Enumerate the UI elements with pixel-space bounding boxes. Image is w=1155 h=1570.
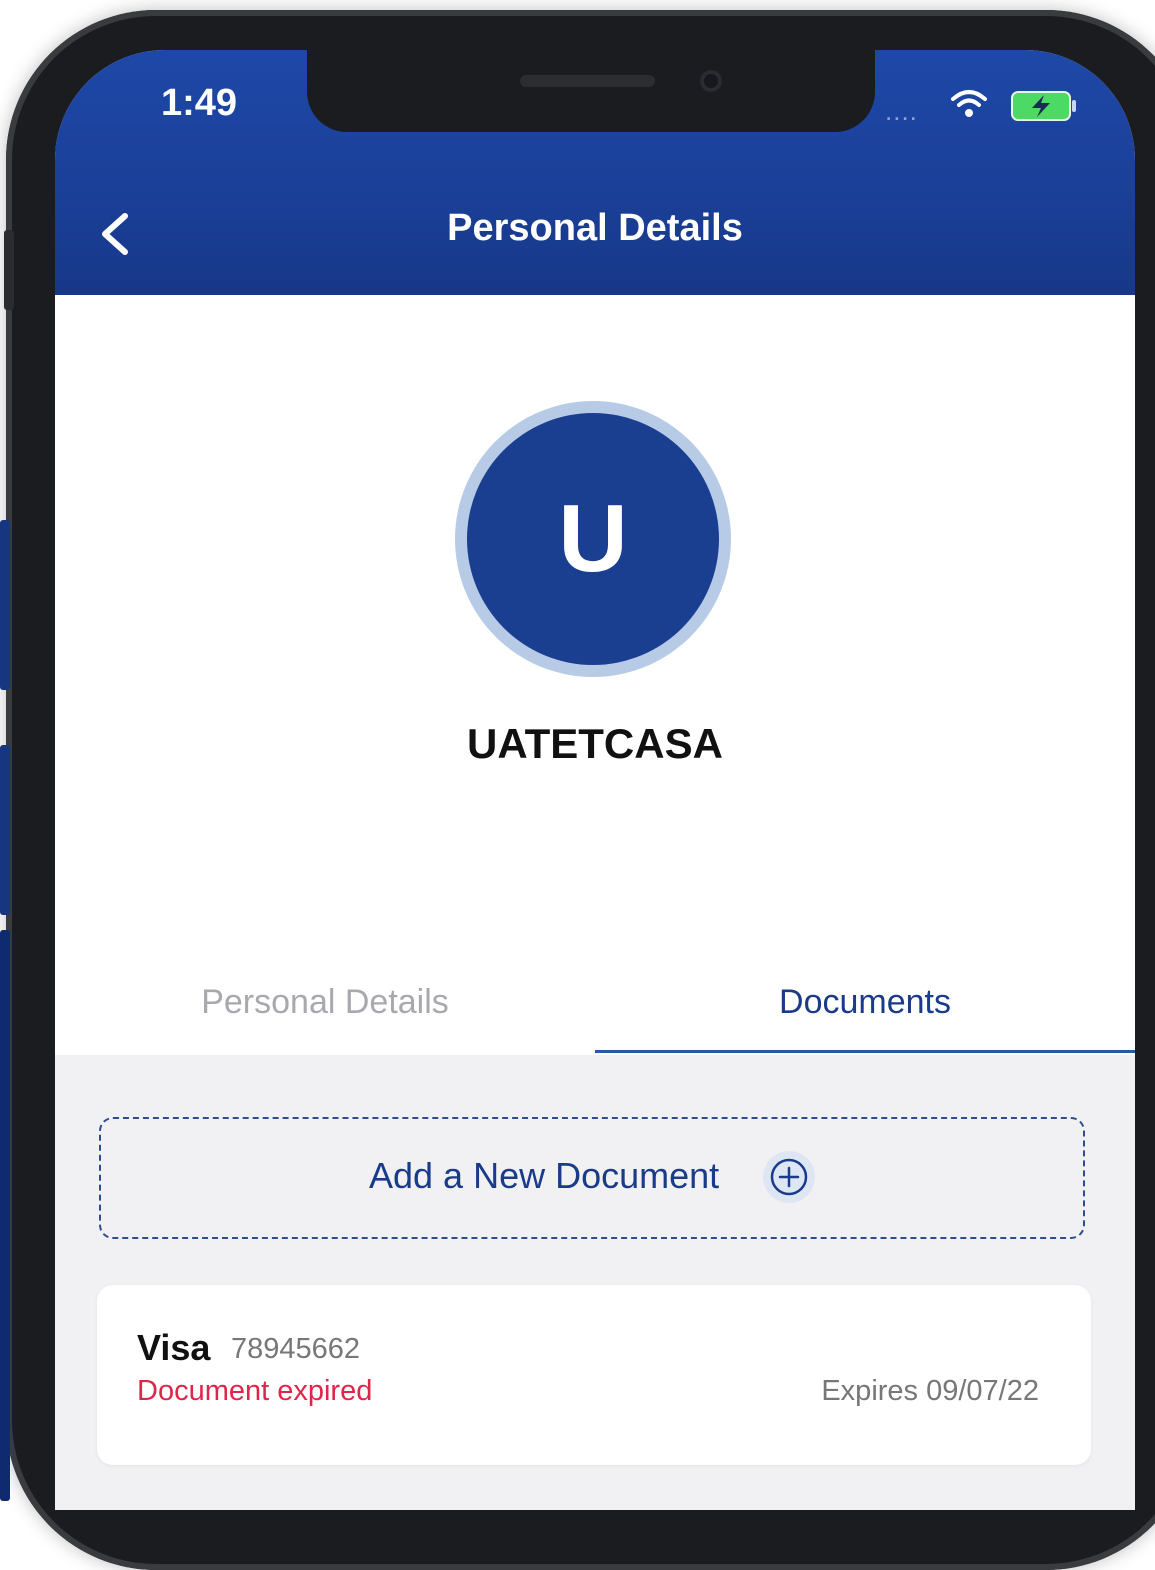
user-name: UATETCASA (467, 720, 723, 767)
battery-charging-icon (1011, 91, 1076, 121)
page-title: Personal Details (447, 207, 743, 249)
app-header: 1:49 .... Personal Details (55, 50, 1135, 295)
camera-icon (700, 70, 722, 92)
document-type: Visa (137, 1327, 211, 1368)
add-document-button[interactable]: Add a New Document (99, 1117, 1085, 1239)
wifi-icon (951, 90, 987, 117)
profile-section: U UATETCASA Personal Details Documents (55, 295, 1135, 1055)
documents-panel: Add a New Document Visa 78945662 Documen… (55, 1055, 1135, 1510)
avatar-ring: U (455, 401, 731, 677)
side-button (4, 230, 14, 310)
signal-dots: .... (885, 96, 918, 126)
add-document-label: Add a New Document (369, 1155, 720, 1196)
plus-circle-icon (763, 1151, 815, 1203)
tab-personal-details[interactable]: Personal Details (55, 983, 595, 1022)
tab-documents[interactable]: Documents (595, 983, 1135, 1022)
side-button (0, 930, 10, 1501)
side-button (0, 520, 10, 690)
speaker (520, 75, 655, 87)
phone-screen: 1:49 .... Personal Details U UATETCASA P… (55, 50, 1135, 1510)
document-number: 78945662 (231, 1333, 361, 1365)
active-tab-indicator (595, 1050, 1135, 1053)
status-time: 1:49 (161, 82, 238, 124)
side-button (0, 745, 10, 915)
document-expiry: Expires 09/07/22 (821, 1375, 1039, 1407)
avatar: U (467, 413, 719, 665)
notch (307, 50, 875, 132)
document-status: Document expired (137, 1375, 373, 1407)
document-card[interactable]: Visa 78945662 Document expired Expires 0… (97, 1285, 1091, 1465)
